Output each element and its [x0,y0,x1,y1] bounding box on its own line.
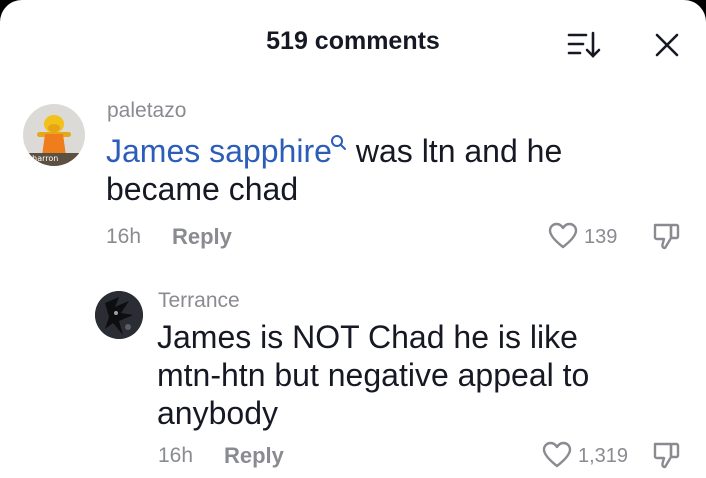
avatar[interactable] [95,291,143,339]
reply-comment-item: Terrance James is NOT Chad he is like mt… [0,0,706,478]
comment-line-2: mtn-htn but negative appeal to [157,357,590,393]
dislike-icon[interactable] [652,440,682,470]
avatar-image [95,291,143,339]
comment-line-3: anybody [157,395,278,431]
heart-icon[interactable] [542,441,572,469]
comment-line-1: James is NOT Chad he is like [157,319,578,355]
comment-username[interactable]: Terrance [158,289,240,313]
comment-time: 16h [158,444,194,467]
like-count: 1,319 [578,445,629,467]
reply-button[interactable]: Reply [224,443,284,469]
comments-sheet: 519 comments sharron paletazo James sapp… [0,0,706,478]
comment-text: James is NOT Chad he is like mtn-htn but… [157,318,677,432]
